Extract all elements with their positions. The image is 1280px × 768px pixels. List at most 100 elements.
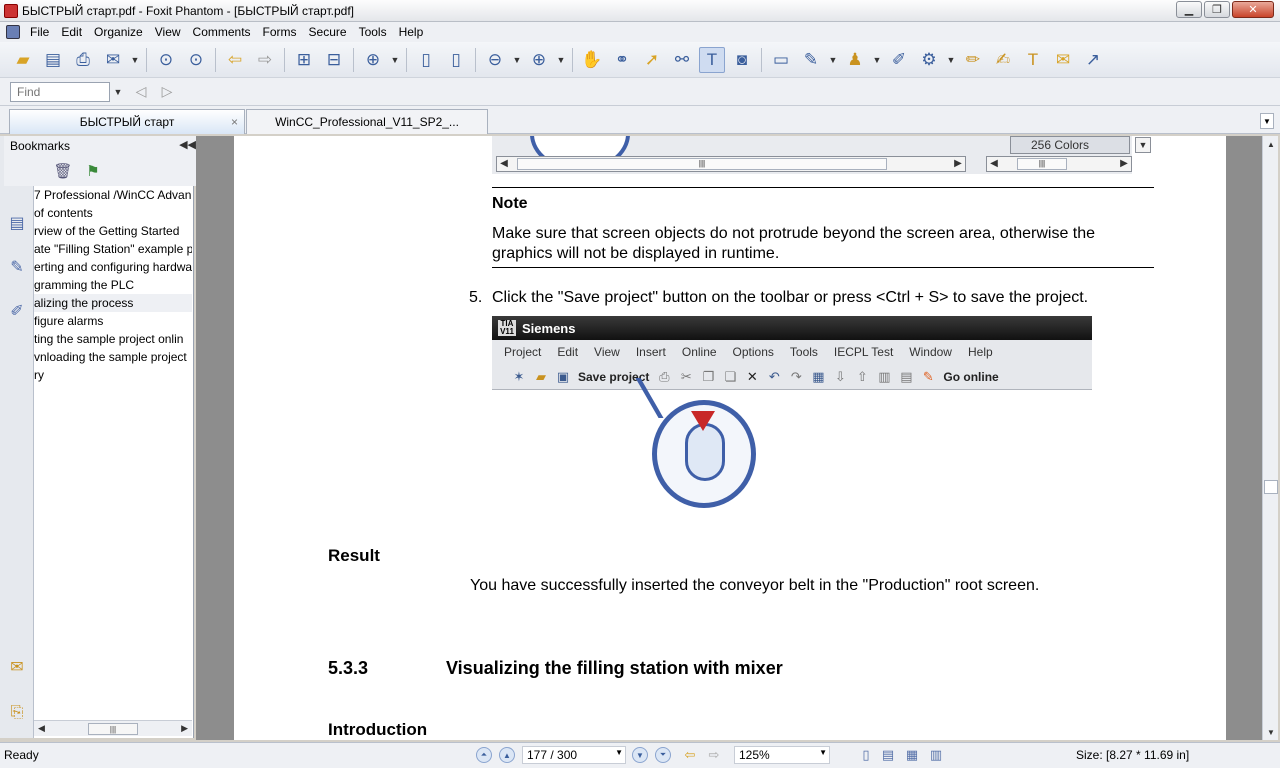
previous-page-button-icon[interactable]: ▲	[499, 747, 515, 763]
menu-forms[interactable]: Forms	[257, 25, 303, 39]
page-number-field[interactable]: 177 / 300 ▼	[522, 746, 626, 764]
continuous-facing-icon[interactable]: ▥	[928, 747, 944, 763]
email-dropdown-icon[interactable]: ▼	[128, 47, 142, 73]
bookmark-item[interactable]: rview of the Getting Started	[34, 222, 192, 240]
document-icon[interactable]	[6, 25, 20, 39]
next-page-button-icon[interactable]: ▼	[632, 747, 648, 763]
note-edit-icon[interactable]: ✍	[990, 47, 1016, 73]
previous-page-icon[interactable]: ⊙	[153, 47, 179, 73]
menu-secure[interactable]: Secure	[303, 25, 353, 39]
zoom-plus-dropdown-icon[interactable]: ▼	[554, 47, 568, 73]
arrow-line-icon[interactable]: ↗	[1080, 47, 1106, 73]
signature-panel-icon[interactable]: ✐	[6, 300, 28, 322]
back-view-icon[interactable]: ⇦	[682, 747, 698, 763]
tab-list-dropdown-icon[interactable]: ▼	[1260, 113, 1274, 129]
maximize-button[interactable]: ❐	[1204, 1, 1230, 18]
fit-page-icon[interactable]: ▯	[413, 47, 439, 73]
single-page-icon[interactable]: ▯	[858, 747, 874, 763]
bookmark-item[interactable]: 7 Professional /WinCC Advan	[34, 186, 192, 204]
snapshot-icon[interactable]: ◙	[729, 47, 755, 73]
binoculars-icon[interactable]: ⚯	[669, 47, 695, 73]
hand-tool-icon[interactable]: ✋	[579, 47, 605, 73]
close-button[interactable]: ✕	[1232, 1, 1274, 18]
bookmark-item[interactable]: gramming the PLC	[34, 276, 192, 294]
pencil-icon[interactable]: ✏	[960, 47, 986, 73]
fit-width-icon[interactable]: ▯	[443, 47, 469, 73]
pages-panel-icon[interactable]: ▤	[6, 212, 28, 234]
add-bookmark-icon[interactable]: ⚑	[82, 160, 104, 182]
bookmark-item[interactable]: erting and configuring hardwa	[34, 258, 192, 276]
zoom-plus-icon[interactable]: ⊕	[526, 47, 552, 73]
next-page-icon[interactable]: ⊙	[183, 47, 209, 73]
forward-arrow-icon[interactable]: ⇨	[252, 47, 278, 73]
facing-pages-icon[interactable]: ▦	[904, 747, 920, 763]
menu-comments[interactable]: Comments	[187, 25, 257, 39]
find-dropdown-icon[interactable]: ▼	[110, 87, 126, 97]
scroll-thumb[interactable]: |||	[88, 722, 138, 735]
email-icon[interactable]: ✉	[100, 47, 126, 73]
print-icon[interactable]: ⎙	[70, 47, 96, 73]
eraser-icon[interactable]: ✐	[886, 47, 912, 73]
bookmark-item[interactable]: ry	[34, 366, 192, 384]
open-folder-icon[interactable]: ▰	[10, 47, 36, 73]
bookmark-item[interactable]: ting the sample project onlin	[34, 330, 192, 348]
bookmark-item[interactable]: ate "Filling Station" example p	[34, 240, 192, 258]
first-page-icon[interactable]: ⏶	[476, 747, 492, 763]
scroll-left-icon[interactable]: ◀	[38, 723, 45, 734]
page-dropdown-icon[interactable]: ▼	[615, 748, 623, 757]
tab-close-icon[interactable]: ×	[231, 115, 238, 129]
zoom-level-field[interactable]: 125% ▼	[734, 746, 830, 764]
text-select-icon[interactable]: T	[699, 46, 725, 73]
collapse-panel-icon[interactable]: ◀◀	[179, 138, 196, 151]
zoom-out-icon[interactable]: ⊖	[482, 47, 508, 73]
form-edit-icon[interactable]: ✎	[798, 47, 824, 73]
loupe-icon[interactable]: ⚭	[609, 47, 635, 73]
rectangle-tool-icon[interactable]: ▭	[768, 47, 794, 73]
select-arrow-icon[interactable]: ➚	[639, 47, 665, 73]
menu-edit[interactable]: Edit	[55, 25, 88, 39]
forward-view-icon[interactable]: ⇨	[706, 747, 722, 763]
last-page-icon[interactable]: ⏷	[655, 747, 671, 763]
delete-bookmark-icon[interactable]: 🗑	[52, 160, 74, 182]
scroll-right-icon[interactable]: ▶	[181, 723, 188, 734]
tab-bystry-start[interactable]: БЫСТРЫЙ старт ×	[9, 109, 245, 134]
scroll-down-icon[interactable]: ▼	[1263, 724, 1279, 740]
menu-file[interactable]: File	[24, 25, 55, 39]
textbox-icon[interactable]: T	[1020, 47, 1046, 73]
continuous-page-icon[interactable]: ▤	[880, 747, 896, 763]
document-vertical-scrollbar[interactable]: ▲ ▼	[1262, 136, 1278, 740]
layers-panel-icon[interactable]: ✎	[6, 256, 28, 278]
zoom-dropdown-icon[interactable]: ▼	[388, 47, 402, 73]
menu-help[interactable]: Help	[393, 25, 430, 39]
zoom-dropdown-icon[interactable]: ▼	[819, 748, 827, 757]
bookmark-item[interactable]: of contents	[34, 204, 192, 222]
save-icon[interactable]: ▤	[40, 47, 66, 73]
bookmark-item[interactable]: figure alarms	[34, 312, 192, 330]
menu-view[interactable]: View	[149, 25, 187, 39]
scroll-up-icon[interactable]: ▲	[1263, 136, 1279, 152]
minimize-button[interactable]: ▁	[1176, 1, 1202, 18]
stamp-icon[interactable]: ♟	[842, 47, 868, 73]
attachments-panel-icon[interactable]: ⎘	[6, 702, 28, 724]
menu-tools[interactable]: Tools	[353, 25, 393, 39]
typewriter-icon[interactable]: ⚙	[916, 47, 942, 73]
vertical-scroll-thumb[interactable]	[1264, 480, 1278, 494]
stamp-dropdown-icon[interactable]: ▼	[870, 47, 884, 73]
extract-pages-icon[interactable]: ⊟	[321, 47, 347, 73]
menu-organize[interactable]: Organize	[88, 25, 149, 39]
tab-wincc-professional[interactable]: WinCC_Professional_V11_SP2_...	[246, 109, 488, 134]
back-arrow-icon[interactable]: ⇦	[222, 47, 248, 73]
bookmark-item[interactable]: vnloading the sample project	[34, 348, 192, 366]
find-input[interactable]	[10, 81, 110, 102]
bookmarks-horizontal-scrollbar[interactable]: ◀ ||| ▶	[34, 720, 192, 736]
find-previous-icon[interactable]: ◁	[130, 82, 152, 102]
zoom-in-icon[interactable]: ⊕	[360, 47, 386, 73]
bookmark-item-selected[interactable]: alizing the process	[34, 294, 192, 312]
insert-pages-icon[interactable]: ⊞	[291, 47, 317, 73]
comments-panel-icon[interactable]: ✉	[6, 656, 28, 678]
document-viewport[interactable]: ◀ ||| ▶ ◀ ||| ▶ 256 Colors ▼ Note Make s…	[196, 136, 1262, 740]
form-dropdown-icon[interactable]: ▼	[826, 47, 840, 73]
zoom-out-dropdown-icon[interactable]: ▼	[510, 47, 524, 73]
comment-icon[interactable]: ✉	[1050, 47, 1076, 73]
find-next-icon[interactable]: ▷	[156, 82, 178, 102]
